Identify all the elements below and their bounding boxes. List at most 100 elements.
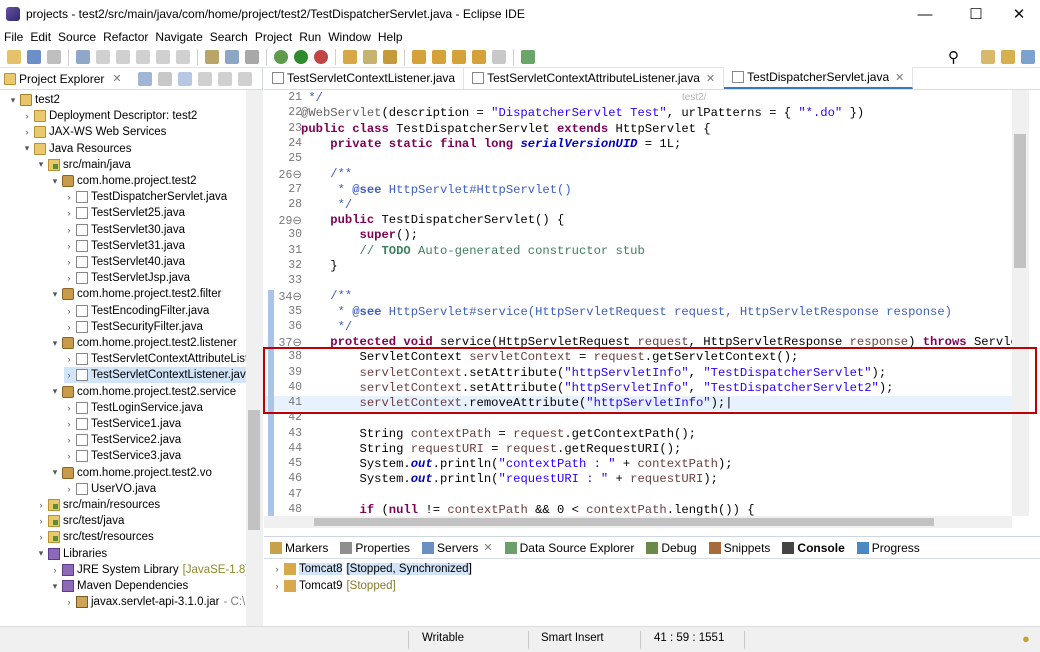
last-edit-location-icon[interactable]	[452, 49, 466, 64]
tree-item[interactable]: › TestService1.java	[64, 416, 181, 432]
minimize-view-icon[interactable]	[217, 71, 232, 86]
chevron-right-icon[interactable]: ›	[22, 111, 32, 121]
previous-annotation-icon[interactable]	[432, 49, 446, 64]
menu-run[interactable]: Run	[299, 30, 321, 44]
tree-item[interactable]: › TestServlet31.java	[64, 238, 185, 254]
code-line[interactable]: String requestURI = request.getRequestUR…	[301, 442, 682, 456]
chevron-right-icon[interactable]: ›	[64, 484, 74, 494]
chevron-down-icon[interactable]: ▾	[8, 95, 18, 106]
tree-item[interactable]: › Deployment Descriptor: test2	[22, 108, 197, 124]
code-line[interactable]: // TODO Auto-generated constructor stub	[301, 244, 645, 258]
save-all-icon[interactable]	[47, 49, 61, 64]
tree-item[interactable]: › TestService2.java	[64, 432, 181, 448]
chevron-right-icon[interactable]: ›	[36, 532, 46, 542]
back-icon[interactable]	[472, 49, 486, 64]
chevron-right-icon[interactable]: ›	[36, 516, 46, 526]
tree-item[interactable]: › javax.servlet-api-3.1.0.jar- C:\U:	[64, 594, 246, 610]
menu-navigate[interactable]: Navigate	[155, 30, 202, 44]
skip-breakpoints-icon[interactable]	[76, 49, 90, 64]
tree-item[interactable]: › TestServletJsp.java	[64, 270, 190, 286]
tree-item[interactable]: ▾ Libraries	[36, 546, 107, 562]
tree-item[interactable]: ▾ com.home.project.test2.filter	[50, 286, 221, 302]
chevron-down-icon[interactable]: ▾	[50, 338, 60, 349]
code-line[interactable]: @WebServlet(description = "DispatcherSer…	[301, 106, 864, 120]
tree-item[interactable]: ▾ Maven Dependencies	[50, 578, 188, 594]
chevron-right-icon[interactable]: ›	[272, 564, 282, 574]
close-icon[interactable]: ✕	[112, 72, 121, 85]
menu-source[interactable]: Source	[58, 30, 96, 44]
new-package-icon[interactable]	[363, 49, 377, 64]
terminate-icon[interactable]	[136, 49, 150, 64]
chevron-right-icon[interactable]: ›	[36, 500, 46, 510]
server-item[interactable]: › Tomcat8 [Stopped, Synchronized]	[272, 561, 472, 577]
link-with-editor-icon[interactable]	[157, 71, 172, 86]
chevron-right-icon[interactable]: ›	[50, 565, 60, 575]
code-line[interactable]: */	[301, 198, 353, 212]
chevron-down-icon[interactable]: ▾	[22, 143, 32, 154]
suspend-icon[interactable]	[116, 49, 130, 64]
minimize-button[interactable]: —	[902, 0, 948, 28]
filter-icon[interactable]	[177, 71, 192, 86]
editor-tab[interactable]: TestServletContextListener.java	[264, 67, 465, 89]
search-icon[interactable]: ⚲	[948, 48, 959, 66]
tip-icon[interactable]: ●	[1022, 631, 1030, 646]
tree-scrollbar[interactable]	[246, 90, 263, 630]
tree-item[interactable]: ▾ src/main/java	[36, 157, 131, 173]
java-ee-perspective-icon[interactable]	[1001, 50, 1015, 64]
tree-item[interactable]: ▾ com.home.project.test2	[50, 173, 197, 189]
tree-item[interactable]: › TestSecurityFilter.java	[64, 319, 203, 335]
tree-item[interactable]: › TestServlet30.java	[64, 222, 185, 238]
chevron-right-icon[interactable]: ›	[64, 322, 74, 332]
code-line[interactable]: * @see HttpServlet#HttpServlet()	[301, 183, 572, 197]
chevron-down-icon[interactable]: ▾	[36, 159, 46, 170]
close-icon[interactable]: ✕	[895, 71, 904, 84]
new-java-project-icon[interactable]	[343, 49, 357, 64]
step-into-icon[interactable]	[156, 49, 170, 64]
menu-file[interactable]: File	[4, 30, 23, 44]
close-icon[interactable]: ✕	[706, 72, 715, 85]
tree-item[interactable]: › JRE System Library [JavaSE-1.8]	[50, 562, 246, 578]
chevron-right-icon[interactable]: ›	[64, 451, 74, 461]
menu-help[interactable]: Help	[378, 30, 403, 44]
tab-debug[interactable]: Debug	[640, 537, 702, 559]
code-line[interactable]: }	[301, 259, 337, 273]
tree-item[interactable]: › src/test/resources	[36, 529, 154, 545]
chevron-right-icon[interactable]: ›	[64, 192, 74, 202]
tree-scrollbar-thumb[interactable]	[248, 410, 260, 530]
chevron-right-icon[interactable]: ›	[64, 273, 74, 283]
toggle-mark-icon[interactable]	[205, 49, 219, 64]
new-icon[interactable]	[7, 49, 21, 64]
code-line[interactable]: System.out.println("contextPath : " + co…	[301, 457, 733, 471]
pin-editor-icon[interactable]	[521, 49, 535, 64]
tree-item[interactable]: › src/test/java	[36, 513, 124, 529]
tab-console[interactable]: Console	[776, 537, 850, 559]
tree-item[interactable]: ▾ com.home.project.test2.service	[50, 384, 236, 400]
code-line[interactable]: String contextPath = request.getContextP…	[301, 427, 696, 441]
chevron-down-icon[interactable]: ▾	[50, 289, 60, 300]
view-menu-icon[interactable]	[197, 71, 212, 86]
chevron-right-icon[interactable]: ›	[64, 225, 74, 235]
next-annotation-icon[interactable]	[412, 49, 426, 64]
tab-properties[interactable]: Properties	[334, 537, 416, 559]
editor-scrollbar-thumb[interactable]	[1014, 134, 1026, 268]
tree-item[interactable]: › TestServlet25.java	[64, 205, 185, 221]
editor-tab[interactable]: TestDispatcherServlet.java ✕	[724, 67, 914, 89]
tab-project-explorer[interactable]: Project Explorer ✕	[0, 68, 126, 90]
tree-item[interactable]: › TestServletContextListener.java	[64, 367, 246, 384]
save-icon[interactable]	[27, 49, 41, 64]
chevron-right-icon[interactable]: ›	[64, 306, 74, 316]
tree-item[interactable]: › TestEncodingFilter.java	[64, 303, 209, 319]
code-line[interactable]: */	[301, 91, 323, 105]
menu-refactor[interactable]: Refactor	[103, 30, 148, 44]
code-line[interactable]: */	[301, 320, 353, 334]
close-button[interactable]: ✕	[996, 0, 1040, 28]
chevron-right-icon[interactable]: ›	[64, 208, 74, 218]
code-line[interactable]: System.out.println("requestURI : " + req…	[301, 472, 718, 486]
tab-markers[interactable]: Markers	[264, 537, 334, 559]
maximize-button[interactable]: ☐	[953, 0, 999, 28]
chevron-right-icon[interactable]: ›	[64, 597, 74, 607]
collapse-all-icon[interactable]	[137, 71, 152, 86]
chevron-down-icon[interactable]: ▾	[50, 581, 60, 592]
chevron-right-icon[interactable]: ›	[64, 354, 74, 364]
external-tools-icon[interactable]	[314, 49, 328, 64]
